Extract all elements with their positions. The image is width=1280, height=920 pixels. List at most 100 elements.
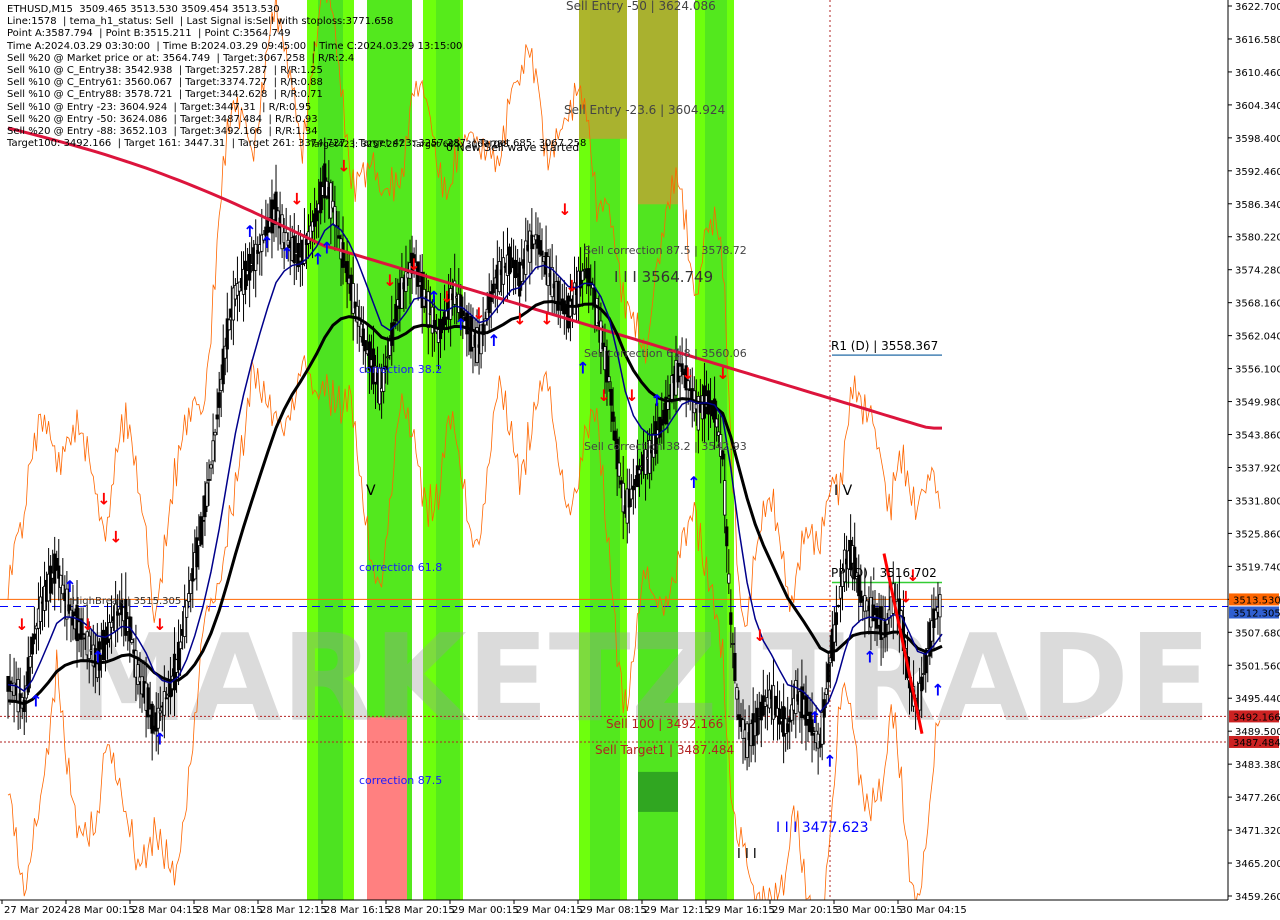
- price-tick-label: 3483.380: [1235, 760, 1280, 771]
- sell-arrow-icon: ↓: [383, 271, 396, 290]
- time-tick-label: 27 Mar 2024: [4, 905, 67, 916]
- price-tick-label: 3598.400: [1235, 134, 1280, 145]
- candle: [487, 273, 491, 331]
- fib-zone: [318, 0, 343, 900]
- price-tick-label: 3574.280: [1235, 266, 1280, 277]
- sell-arrow-icon: ↓: [15, 615, 28, 634]
- candle: [524, 217, 528, 302]
- buy-arrow-icon: ↑: [280, 244, 293, 263]
- annotation-sell-entry-50: Sell Entry -50 | 3624.086: [566, 0, 716, 13]
- price-tick-label: 3519.740: [1235, 562, 1280, 573]
- candle: [276, 207, 280, 251]
- annotation-correction-618: correction 61.8: [359, 561, 442, 574]
- buy-arrow-icon: ↑: [863, 648, 876, 667]
- buy-arrow-icon: ↑: [260, 233, 273, 252]
- candle: [627, 468, 631, 534]
- annotation-pp: PP (D) | 3516.702: [831, 566, 937, 580]
- chart-window[interactable]: MARKETZITRADE ↓ ↓ ↓ ↓ ↓ ↓ ↓ ↓ ↓ ↓ ↓ ↓ ↓ ↓ ↓ ↓ ↓ ↓ ↓ ↓ ↓ ↓ ↑ ↑ ↑ ↑…: [0, 0, 1280, 920]
- time-tick-label: 29 Mar 00:15: [452, 905, 519, 916]
- annotation-wave-iii-c: I I I 3564.749: [614, 268, 713, 286]
- buy-arrow-icon: ↑: [454, 315, 467, 334]
- price-tick-label: 3525.860: [1235, 529, 1280, 540]
- ma-red: [7, 126, 942, 430]
- annotation-target-423: Target423: 3257.287: [309, 140, 404, 150]
- fib-zone: [436, 0, 460, 900]
- candle: [225, 292, 229, 373]
- time-tick-label: 29 Mar 20:15: [772, 905, 839, 916]
- candle: [745, 720, 749, 771]
- sell-arrow-icon: ↓: [625, 386, 638, 405]
- annotation-r1: R1 (D) | 3558.367: [831, 339, 938, 353]
- candle: [853, 522, 857, 592]
- sell-arrow-icon: ↓: [753, 626, 766, 645]
- price-tick-label: 3543.860: [1235, 431, 1280, 442]
- annotation-sell-target1: Sell Target1 | 3487.484: [595, 743, 734, 757]
- price-tick-label: 3568.160: [1235, 299, 1280, 310]
- sell-arrow-icon: ↓: [97, 489, 110, 508]
- time-tick-label: 28 Mar 00:15: [68, 905, 135, 916]
- price-tick-label: 3495.440: [1235, 694, 1280, 705]
- sell-arrow-icon: ↓: [337, 157, 350, 176]
- price-tick-label: 3592.460: [1235, 167, 1280, 178]
- candle: [514, 245, 518, 295]
- annotation-correction-875: correction 87.5: [359, 774, 442, 787]
- candle: [631, 458, 635, 515]
- buy-arrow-icon: ↑: [63, 577, 76, 596]
- price-tick-label: 3604.340: [1235, 101, 1280, 112]
- time-tick-label: 28 Mar 04:15: [132, 905, 199, 916]
- sell-arrow-icon: ↓: [558, 200, 571, 219]
- time-tick-label: 30 Mar 04:15: [900, 905, 967, 916]
- sell-arrow-icon: ↓: [153, 615, 166, 634]
- buy-arrow-icon: ↑: [576, 358, 589, 377]
- candle: [199, 511, 203, 547]
- price-tick-label: 3622.700: [1235, 2, 1280, 13]
- price-box-label-top_price_label: 3513.530: [1233, 595, 1280, 606]
- price-tick-label: 3580.220: [1235, 233, 1280, 244]
- candle: [361, 306, 365, 365]
- price-tick-label: 3477.260: [1235, 793, 1280, 804]
- price-tick-label: 3507.680: [1235, 628, 1280, 639]
- sell-arrow-icon: ↓: [290, 189, 303, 208]
- price-tick-label: 3549.980: [1235, 398, 1280, 409]
- annotation-high-break: HighBreak | 3515.305: [72, 596, 181, 607]
- price-box-label-current_price_label: 3512.305: [1233, 608, 1280, 619]
- candle: [836, 604, 841, 608]
- candle: [355, 283, 359, 344]
- buy-arrow-icon: ↑: [687, 473, 700, 492]
- annotation-sell-100: Sell 100 | 3492.166: [606, 717, 723, 731]
- time-tick-label: 29 Mar 04:15: [516, 905, 583, 916]
- annotation-sell-corr-618: Sell correction 61.8 | 3560.06: [584, 347, 747, 360]
- candle: [540, 228, 544, 280]
- sell-arrow-icon: ↓: [716, 364, 729, 383]
- price-box-label-sell100_label: 3492.166: [1233, 712, 1280, 723]
- sell-arrow-icon: ↓: [513, 309, 526, 328]
- sell-arrow-icon: ↓: [407, 255, 420, 274]
- time-tick-label: 29 Mar 16:15: [708, 905, 775, 916]
- sell-arrow-icon: ↓: [597, 386, 610, 405]
- sell-arrow-icon: ↓: [565, 277, 578, 296]
- envelope-layer: [7, 0, 941, 920]
- sell-arrow-icon: ↓: [81, 615, 94, 634]
- annotation-wave-v: V: [366, 483, 376, 499]
- buy-arrow-icon: ↑: [808, 708, 821, 727]
- sell-arrow-icon: ↓: [681, 364, 694, 383]
- sell-arrow-icon: ↓: [109, 528, 122, 547]
- candle: [32, 606, 36, 645]
- candle: [248, 242, 252, 308]
- candle: [231, 270, 235, 346]
- time-tick-label: 28 Mar 12:15: [260, 905, 327, 916]
- annotation-target-685: Target 685: 3067.258: [411, 140, 509, 150]
- candle: [205, 462, 209, 513]
- annotation-sell-corr-382: Sell correction 38.2 | 3542.93: [584, 440, 747, 453]
- sell-arrow-icon: ↓: [440, 288, 453, 307]
- time-tick-label: 28 Mar 16:15: [324, 905, 391, 916]
- candle: [195, 526, 199, 591]
- price-chart[interactable]: MARKETZITRADE ↓↓↓↓ ↓↓↓↓↓↓↓ ↓ ↓↓↓↓ ↓↓ ↓↓↓↓↑↑↑↑…: [0, 0, 1280, 920]
- price-tick-label: 3531.800: [1235, 496, 1280, 507]
- buy-arrow-icon: ↑: [823, 751, 836, 770]
- buy-arrow-icon: ↑: [931, 680, 944, 699]
- annotation-sell-entry-23: Sell Entry -23.6 | 3604.924: [564, 103, 725, 117]
- price-tick-label: 3459.260: [1235, 892, 1280, 903]
- price-tick-label: 3537.920: [1235, 463, 1280, 474]
- price-tick-label: 3465.200: [1235, 859, 1280, 870]
